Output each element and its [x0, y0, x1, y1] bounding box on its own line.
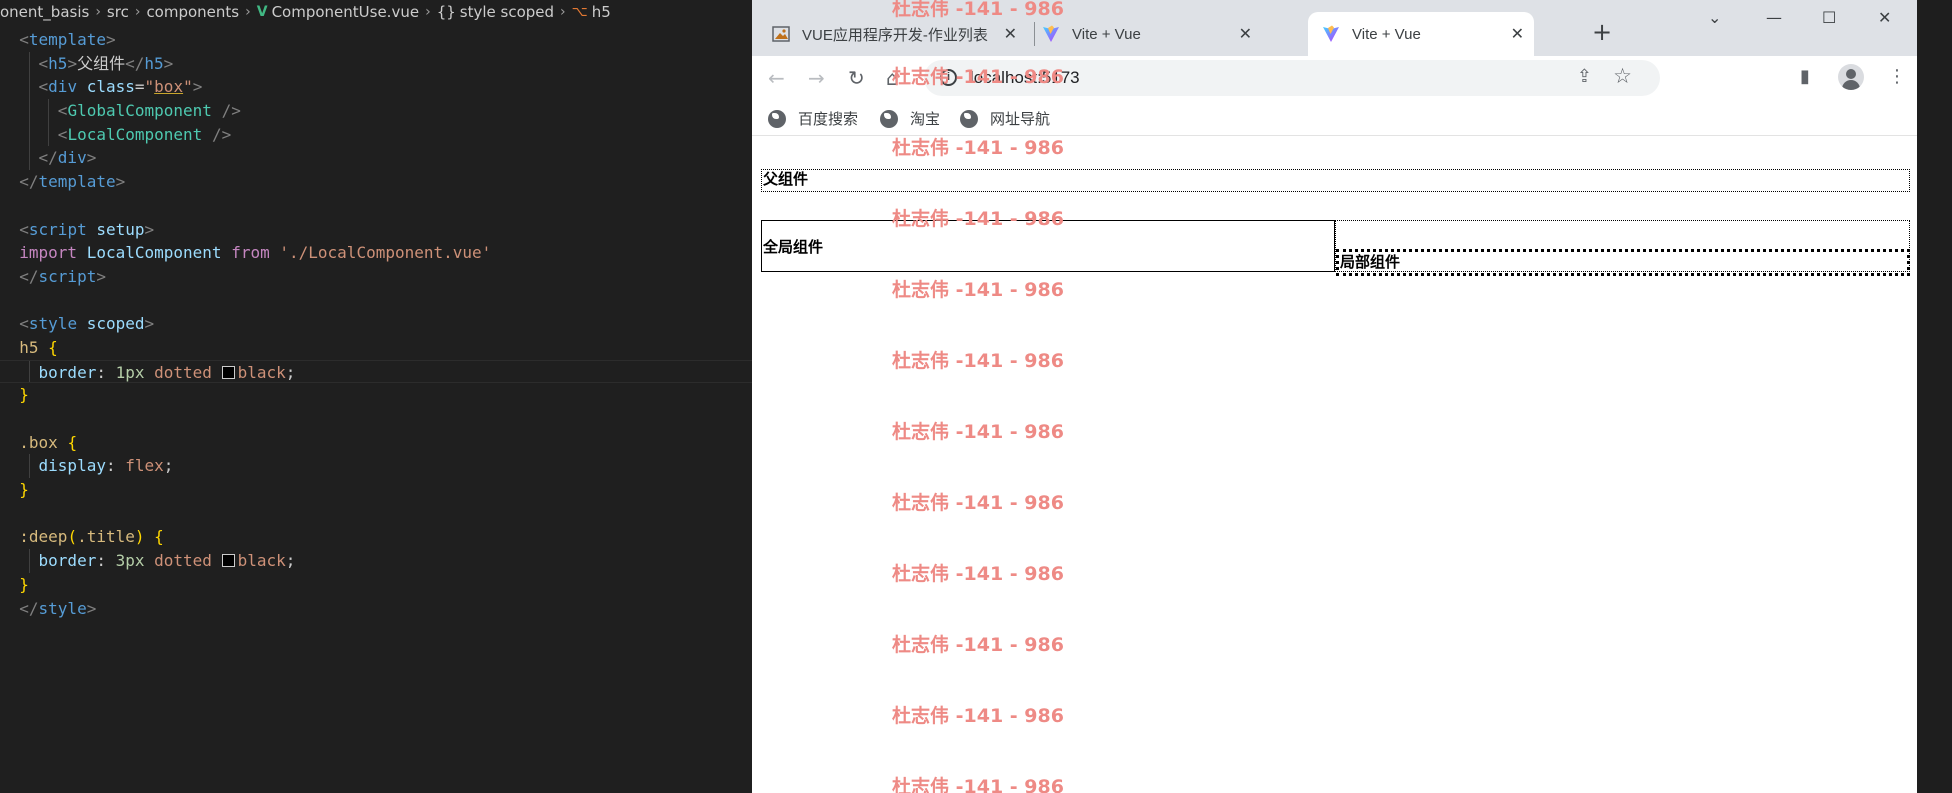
chevron-right-icon: ›: [245, 4, 251, 20]
code-line: </div>: [0, 146, 752, 171]
minimize-icon[interactable]: —: [1766, 8, 1782, 27]
chevron-right-icon: ›: [95, 4, 101, 20]
color-swatch[interactable]: [221, 554, 235, 568]
code-line: </script>: [19, 266, 106, 286]
tab-strip: VUE应用程序开发-作业列表 ✕ Vite + Vue ✕ Vite + Vue…: [752, 0, 1917, 56]
flex-box: 全局组件 局部组件: [761, 220, 1910, 276]
close-icon[interactable]: ✕: [1004, 24, 1017, 44]
code-line: </style>: [19, 598, 97, 618]
breadcrumb-src[interactable]: src: [107, 3, 129, 21]
browser-toolbar: ← → ↻ ⌂ i localhost:5173 ⇪ ☆ ▮ ⋮: [752, 56, 1917, 100]
page-viewport: 父组件 全局组件 局部组件: [752, 137, 1917, 793]
info-icon[interactable]: i: [940, 69, 957, 86]
profile-avatar[interactable]: [1838, 64, 1864, 90]
tab-homework-list[interactable]: VUE应用程序开发-作业列表 ✕: [772, 12, 1027, 56]
local-component: 局部组件: [1335, 220, 1910, 276]
code-editor[interactable]: onent_basis › src › components › V Compo…: [0, 0, 752, 793]
color-swatch[interactable]: [221, 365, 235, 379]
code-area[interactable]: <template> <h5>父组件</h5> <div class="box"…: [0, 28, 752, 620]
maximize-icon[interactable]: ☐: [1822, 8, 1836, 27]
code-line: <style scoped>: [19, 314, 155, 334]
breadcrumb: onent_basis › src › components › V Compo…: [0, 0, 752, 24]
code-line: }: [19, 480, 29, 500]
reload-icon[interactable]: ↻: [848, 66, 865, 90]
code-line: <script setup>: [19, 219, 155, 239]
code-line: }: [19, 385, 29, 405]
bookmarks-bar: 百度搜索 淘宝 网址导航: [752, 100, 1917, 136]
bookmark-star-icon[interactable]: ☆: [1613, 64, 1632, 88]
browser-window: VUE应用程序开发-作业列表 ✕ Vite + Vue ✕ Vite + Vue…: [752, 0, 1917, 793]
element-icon: ⌥: [571, 4, 588, 20]
close-icon[interactable]: ✕: [1239, 24, 1252, 44]
code-line: </template>: [19, 172, 126, 192]
back-arrow-icon[interactable]: ←: [768, 66, 785, 90]
vite-logo-icon: [1042, 25, 1060, 43]
forward-arrow-icon[interactable]: →: [808, 66, 825, 90]
code-line: import LocalComponent from './LocalCompo…: [19, 243, 492, 263]
close-icon[interactable]: ✕: [1511, 24, 1524, 44]
tab-search-chevron-icon[interactable]: ⌄: [1708, 8, 1721, 27]
code-line: }: [19, 574, 29, 594]
code-line: <GlobalComponent />: [0, 99, 752, 123]
bookmark-baidu[interactable]: 百度搜索: [768, 108, 858, 129]
tab-title: VUE应用程序开发-作业列表: [802, 26, 988, 44]
side-panel-icon[interactable]: ▮: [1800, 66, 1810, 87]
code-line: <LocalComponent />: [0, 122, 752, 147]
globe-icon: [960, 109, 978, 128]
url-text[interactable]: localhost:5173: [970, 68, 1080, 88]
code-line: <template>: [19, 30, 116, 49]
address-bar[interactable]: i localhost:5173 ⇪ ☆: [924, 60, 1660, 96]
code-line: h5 {: [19, 337, 58, 357]
tab-title: Vite + Vue: [1352, 25, 1421, 43]
globe-icon: [880, 109, 898, 128]
bookmark-taobao[interactable]: 淘宝: [880, 108, 940, 129]
chevron-right-icon: ›: [560, 4, 566, 20]
image-favicon-icon: [772, 25, 790, 43]
editor-edge: [1917, 0, 1952, 793]
tab-vite-vue-active[interactable]: Vite + Vue ✕: [1308, 12, 1534, 56]
breadcrumb-h5[interactable]: h5: [592, 3, 611, 21]
new-tab-button[interactable]: +: [1592, 20, 1612, 44]
code-line: border: 3px dotted black;: [0, 549, 752, 573]
breadcrumb-style-block[interactable]: style scoped: [460, 3, 554, 21]
breadcrumb-file[interactable]: ComponentUse.vue: [272, 3, 420, 21]
globe-icon: [768, 109, 786, 128]
vue-file-icon: V: [256, 4, 268, 20]
local-component-title: 局部组件: [1336, 249, 1910, 276]
home-icon[interactable]: ⌂: [886, 66, 899, 90]
window-close-icon[interactable]: ✕: [1878, 8, 1891, 27]
braces-icon: {}: [436, 3, 456, 21]
global-component: 全局组件: [761, 220, 1335, 272]
chevron-right-icon: ›: [134, 4, 141, 20]
tab-vite-vue[interactable]: Vite + Vue ✕: [1042, 12, 1262, 56]
share-icon[interactable]: ⇪: [1577, 66, 1592, 87]
tab-divider: [1034, 22, 1035, 46]
parent-heading: 父组件: [761, 169, 1910, 192]
code-line: :deep(.title) {: [19, 527, 164, 547]
code-line: display: flex;: [0, 454, 752, 479]
tab-title: Vite + Vue: [1072, 25, 1141, 43]
code-line-current: border: 1px dotted black;: [0, 359, 752, 384]
code-line: .box {: [19, 432, 78, 452]
code-line: <div class="box">: [0, 75, 752, 100]
breadcrumb-components[interactable]: components: [146, 3, 239, 21]
vite-logo-icon: [1322, 25, 1340, 43]
menu-dots-icon[interactable]: ⋮: [1888, 66, 1906, 87]
chevron-right-icon: ›: [425, 4, 431, 20]
bookmark-nav[interactable]: 网址导航: [960, 108, 1050, 129]
code-line: <h5>父组件</h5>: [0, 51, 752, 76]
breadcrumb-folder[interactable]: onent_basis: [0, 3, 89, 21]
